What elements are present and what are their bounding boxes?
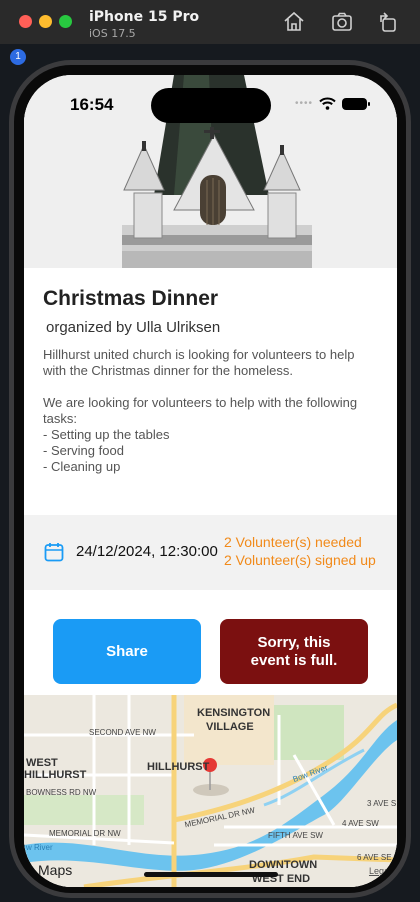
- volunteers-needed: 2 Volunteer(s) needed: [224, 534, 362, 550]
- app-screen: 16:54 •••• Christmas Dinner organized by…: [24, 75, 397, 887]
- event-full-button[interactable]: Sorry, this event is full.: [220, 619, 368, 684]
- volunteers-signed-up: 2 Volunteer(s) signed up: [224, 552, 376, 568]
- event-info-box: 24/12/2024, 12:30:00 2 Volunteer(s) need…: [24, 515, 397, 590]
- simulator-title-bar: iPhone 15 Pro iOS 17.5: [0, 0, 420, 44]
- map-street-4-ave: 4 AVE SW: [342, 819, 379, 828]
- screenshot-icon[interactable]: [330, 10, 354, 34]
- minimize-window-button[interactable]: [39, 15, 52, 28]
- calendar-icon: [44, 543, 64, 562]
- map-street-memorial-west: MEMORIAL DR NW: [49, 829, 121, 838]
- map-street-second-ave: SECOND AVE NW: [89, 728, 156, 737]
- wifi-icon: [319, 97, 336, 110]
- map-label-hillhurst: HILLHURST: [147, 761, 210, 773]
- home-icon[interactable]: [282, 10, 306, 34]
- rotate-icon[interactable]: [376, 10, 400, 34]
- close-window-button[interactable]: [19, 15, 32, 28]
- map-label-river-west: w River: [26, 843, 53, 852]
- os-version: iOS 17.5: [89, 27, 136, 40]
- share-button[interactable]: Share: [53, 619, 201, 684]
- map-street-bowness: BOWNESS RD NW: [26, 788, 97, 797]
- map-label-kensington: KENSINGTON: [197, 707, 271, 719]
- event-description: Hillhurst united church is looking for v…: [43, 347, 358, 474]
- cellular-signal-icon: ••••: [294, 98, 313, 109]
- map-street-3-ave: 3 AVE S: [367, 799, 397, 808]
- notification-badge: 1: [10, 49, 26, 65]
- event-organizer: organized by Ulla Ulriksen: [46, 319, 221, 336]
- map-label-west: WEST: [26, 757, 58, 769]
- device-name: iPhone 15 Pro: [89, 9, 200, 25]
- dynamic-island: [151, 88, 271, 123]
- map-label-hillhurst-west: HILLHURST: [24, 769, 87, 781]
- status-time: 16:54: [70, 95, 114, 114]
- battery-icon: [342, 97, 370, 110]
- status-indicators: ••••: [294, 97, 370, 110]
- apple-maps-logo: Maps: [38, 862, 73, 878]
- map-street-6-ave: 6 AVE SE: [357, 853, 392, 862]
- map-street-fifth-ave: FIFTH AVE SW: [268, 831, 323, 840]
- event-date: 24/12/2024, 12:30:00: [76, 543, 218, 560]
- map-label-village: VILLAGE: [206, 721, 254, 733]
- event-map[interactable]: KENSINGTON VILLAGE WEST HILLHURST HILLHU…: [24, 695, 397, 887]
- zoom-window-button[interactable]: [59, 15, 72, 28]
- home-indicator[interactable]: [144, 872, 278, 877]
- map-legal-link[interactable]: Legal: [369, 866, 391, 876]
- map-label-downtown: DOWNTOWN: [249, 859, 318, 871]
- event-title: Christmas Dinner: [43, 287, 219, 310]
